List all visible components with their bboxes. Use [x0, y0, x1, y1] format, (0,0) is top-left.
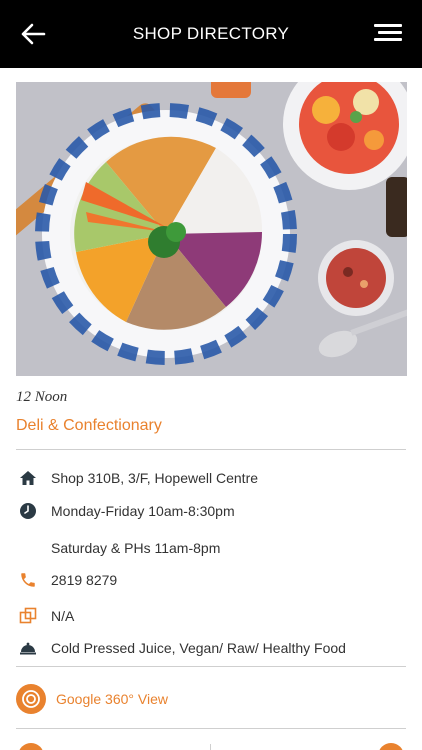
home-icon [16, 466, 40, 490]
divider [16, 728, 406, 729]
address-text: Shop 310B, 3/F, Hopewell Centre [51, 470, 259, 486]
hours-row: Monday-Friday 10am-8:30pm [16, 499, 406, 523]
google-360-view-label: Google 360° View [56, 691, 168, 707]
hours-weekday-text: Monday-Friday 10am-8:30pm [51, 503, 235, 519]
cloche-icon [16, 636, 40, 660]
shop-name: 12 Noon [16, 389, 68, 405]
website-row: N/A [16, 604, 406, 628]
back-button[interactable] [16, 20, 50, 48]
phone-icon [16, 568, 40, 592]
website-text: N/A [51, 608, 75, 624]
external-link-icon [16, 604, 40, 628]
bottom-action-right-button[interactable] [378, 743, 404, 750]
hamburger-menu-icon [374, 24, 404, 41]
divider [16, 666, 406, 667]
google-360-view-button[interactable]: Google 360° View [16, 684, 168, 714]
phone-row[interactable]: 2819 8279 [16, 568, 406, 592]
address-row: Shop 310B, 3/F, Hopewell Centre [16, 466, 406, 490]
360-view-icon [16, 684, 46, 714]
tags-text: Cold Pressed Juice, Vegan/ Raw/ Healthy … [51, 640, 346, 656]
shop-category: Deli & Confectionary [16, 417, 162, 434]
top-app-bar: SHOP DIRECTORY [0, 0, 422, 68]
hours-weekend-row: Saturday & PHs 11am-8pm [16, 536, 406, 560]
clock-icon [16, 499, 40, 523]
tags-row: Cold Pressed Juice, Vegan/ Raw/ Healthy … [16, 636, 406, 660]
bottom-separator [210, 744, 211, 750]
bottom-action-left-button[interactable] [18, 743, 44, 750]
phone-text[interactable]: 2819 8279 [51, 572, 117, 588]
hours-weekend-text: Saturday & PHs 11am-8pm [51, 540, 221, 556]
divider [16, 449, 406, 450]
menu-button[interactable] [374, 20, 404, 48]
page-title: SHOP DIRECTORY [132, 24, 290, 43]
shop-photo [16, 82, 407, 376]
arrow-left-icon [21, 23, 46, 45]
